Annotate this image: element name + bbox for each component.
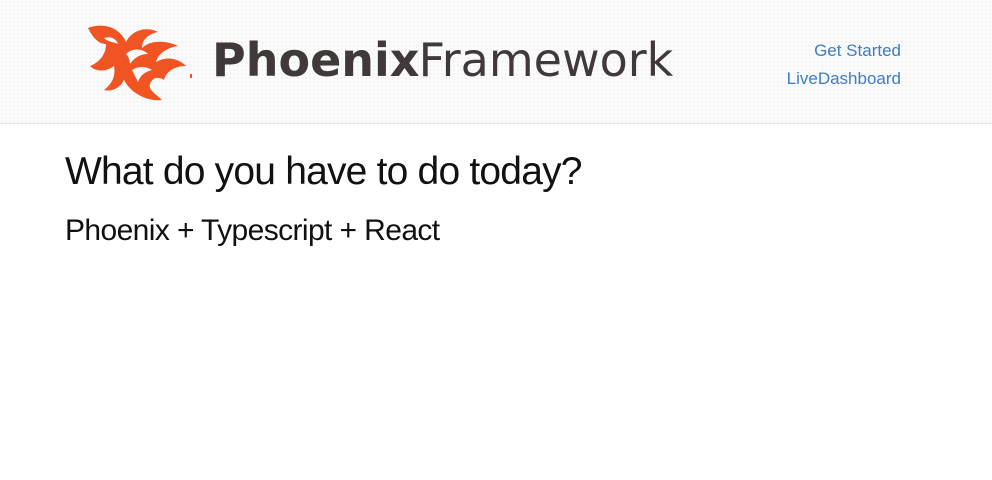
main-content: What do you have to do today? Phoenix + … — [65, 148, 582, 250]
header-nav: Get Started LiveDashboard — [787, 37, 901, 93]
nav-link-livedashboard[interactable]: LiveDashboard — [787, 65, 901, 93]
logo-brand-bold: Phoenix — [212, 33, 419, 87]
nav-link-get-started[interactable]: Get Started — [787, 37, 901, 65]
page-subtitle: Phoenix + Typescript + React — [65, 214, 440, 247]
phoenix-bird-icon — [88, 25, 192, 101]
phoenix-logo-link[interactable]: Phoenix Framework — [86, 20, 686, 104]
logo-brand-light: Framework — [404, 33, 674, 87]
phoenix-logo: Phoenix Framework — [88, 25, 674, 101]
site-header: Phoenix Framework Get Started LiveDashbo… — [0, 0, 992, 124]
page-title: What do you have to do today? — [65, 150, 582, 193]
